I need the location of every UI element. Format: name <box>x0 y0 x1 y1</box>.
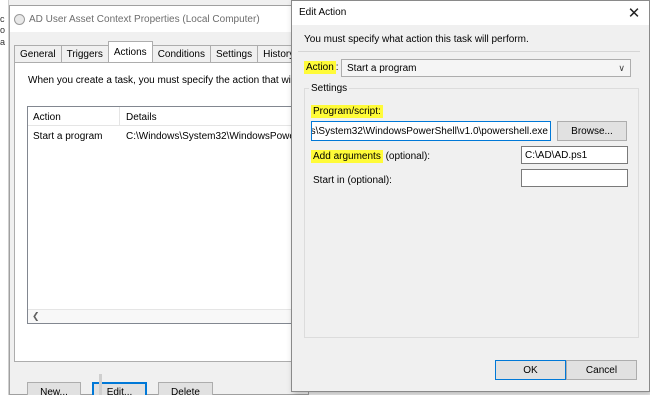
row-action-cell: Start a program <box>33 131 103 142</box>
action-label-text: Action <box>304 61 336 74</box>
edit-action-dialog: Edit Action ✕ You must specify what acti… <box>291 0 650 392</box>
actions-tab-panel: When you create a task, you must specify… <box>14 62 317 395</box>
action-label: Action: <box>304 61 339 74</box>
tab-conditions[interactable]: Conditions <box>151 45 211 62</box>
edge-text-fragment: o <box>0 25 6 35</box>
properties-tabs: General Triggers Actions Conditions Sett… <box>14 41 301 62</box>
ok-button[interactable]: OK <box>495 360 566 380</box>
list-header: Action Details <box>28 107 316 126</box>
action-type-value: Start a program <box>347 63 417 74</box>
row-details-cell: C:\Windows\System32\WindowsPowerS <box>126 131 305 142</box>
program-script-input[interactable]: C:\Windows\System32\WindowsPowerShell\v1… <box>311 121 551 141</box>
dialog-description: You must specify what action this task w… <box>304 34 529 45</box>
edge-text-fragment: a <box>0 37 6 47</box>
chevron-down-icon: ∨ <box>618 63 625 73</box>
horizontal-scrollbar[interactable]: ❮ <box>28 309 316 323</box>
dialog-divider <box>298 51 640 52</box>
tab-settings[interactable]: Settings <box>209 45 259 62</box>
background-edge-strip: c o a <box>0 0 9 395</box>
tab-triggers[interactable]: Triggers <box>60 45 109 62</box>
column-header-details[interactable]: Details <box>126 112 157 123</box>
add-arguments-input[interactable]: C:\AD\AD.ps1 <box>521 146 628 164</box>
add-arguments-label: Add arguments (optional): <box>311 150 431 163</box>
add-arguments-label-text: Add arguments <box>311 150 383 163</box>
scroll-left-arrow-icon[interactable]: ❮ <box>32 311 40 322</box>
task-properties-title: AD User Asset Context Properties (Local … <box>29 14 260 25</box>
table-row[interactable]: Start a program C:\Windows\System32\Wind… <box>28 128 316 144</box>
edge-text-fragment: c <box>0 14 5 24</box>
tab-actions[interactable]: Actions <box>107 41 153 62</box>
action-label-colon: : <box>335 62 339 73</box>
actions-description: When you create a task, you must specify… <box>28 75 309 86</box>
tab-general[interactable]: General <box>14 45 62 62</box>
dialog-titlebar: Edit Action ✕ <box>292 1 649 25</box>
task-scheduler-icon <box>14 14 25 25</box>
browse-button[interactable]: Browse... <box>557 121 627 141</box>
task-properties-window: AD User Asset Context Properties (Local … <box>9 5 317 395</box>
window-splitter <box>99 374 102 395</box>
start-in-label: Start in (optional): <box>313 175 392 186</box>
program-script-label: Program/script: <box>311 105 383 118</box>
close-icon[interactable]: ✕ <box>619 1 649 25</box>
delete-action-button[interactable]: Delete <box>158 382 213 395</box>
column-separator[interactable] <box>119 107 120 126</box>
actions-list[interactable]: Action Details Start a program C:\Window… <box>27 106 317 324</box>
start-in-input[interactable] <box>521 169 628 187</box>
action-type-dropdown[interactable]: Start a program ∨ <box>341 59 631 77</box>
program-script-label-text: Program/script: <box>311 105 383 118</box>
dialog-title: Edit Action <box>299 7 347 18</box>
task-properties-titlebar: AD User Asset Context Properties (Local … <box>10 6 308 32</box>
settings-legend: Settings <box>309 83 350 94</box>
new-action-button[interactable]: New... <box>27 382 81 395</box>
add-arguments-label-suffix: (optional): <box>382 151 431 162</box>
program-script-value: C:\Windows\System32\WindowsPowerShell\v1… <box>311 126 548 137</box>
column-header-action[interactable]: Action <box>33 112 61 123</box>
cancel-button[interactable]: Cancel <box>566 360 637 380</box>
